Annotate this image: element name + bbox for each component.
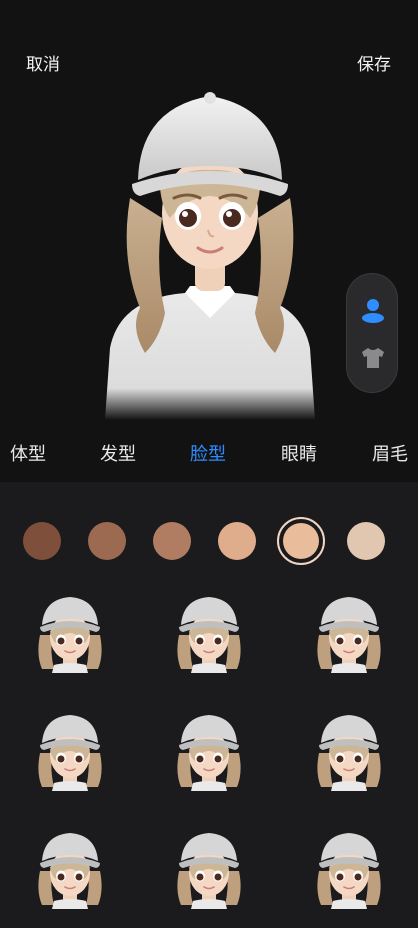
tab-body[interactable]: 体型 xyxy=(10,440,46,466)
person-icon[interactable] xyxy=(347,284,399,336)
face-shape-option[interactable] xyxy=(171,595,247,673)
category-toggle xyxy=(346,273,398,393)
shirt-icon[interactable] xyxy=(347,332,399,384)
skin-tone-5-selected[interactable] xyxy=(277,517,325,565)
feature-tabs: 体型 发型 脸型 眼睛 眉毛 xyxy=(0,420,418,482)
face-shape-option[interactable] xyxy=(32,713,108,791)
face-shape-option[interactable] xyxy=(171,831,247,909)
avatar-preview xyxy=(105,92,315,420)
tab-hair[interactable]: 发型 xyxy=(100,440,136,466)
skin-tone-3[interactable] xyxy=(153,522,191,560)
skin-tone-6[interactable] xyxy=(347,522,385,560)
face-shape-option[interactable] xyxy=(311,713,387,791)
options-panel xyxy=(0,482,418,928)
tab-face[interactable]: 脸型 xyxy=(190,440,226,466)
skin-tone-2[interactable] xyxy=(88,522,126,560)
tab-brows[interactable]: 眉毛 xyxy=(372,440,408,466)
face-shape-option[interactable] xyxy=(311,595,387,673)
cancel-button[interactable]: 取消 xyxy=(26,50,60,75)
face-shape-option[interactable] xyxy=(32,831,108,909)
avatar-editor-header: 取消 保存 xyxy=(0,0,418,420)
skin-tone-4[interactable] xyxy=(218,522,256,560)
face-shape-option[interactable] xyxy=(32,595,108,673)
face-shape-option[interactable] xyxy=(311,831,387,909)
face-shape-option[interactable] xyxy=(171,713,247,791)
skin-tone-1[interactable] xyxy=(23,522,61,560)
save-button[interactable]: 保存 xyxy=(357,50,391,75)
tab-eyes[interactable]: 眼睛 xyxy=(281,440,317,466)
